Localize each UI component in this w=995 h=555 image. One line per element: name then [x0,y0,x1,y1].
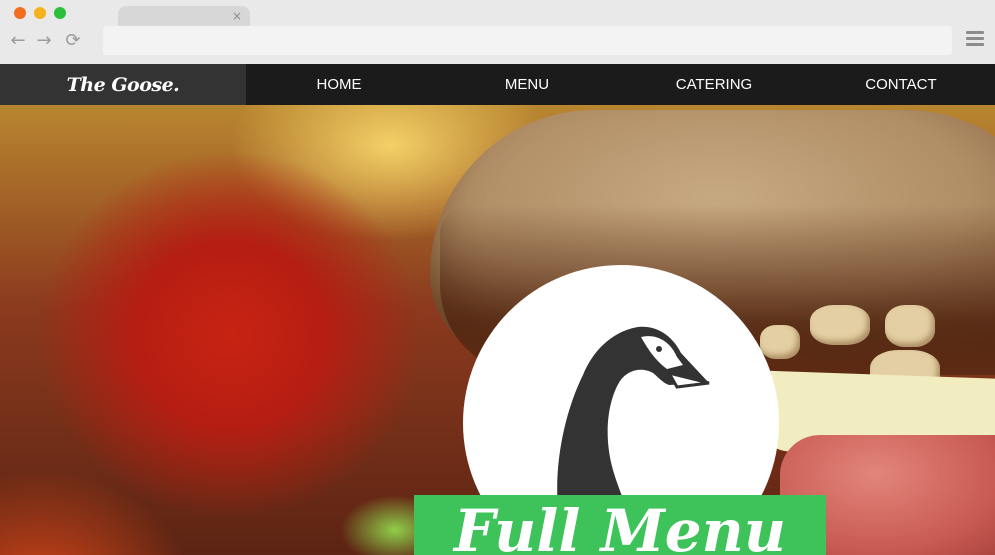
address-bar[interactable] [103,26,952,55]
close-window-button[interactable] [14,7,26,19]
close-icon[interactable]: × [232,8,242,24]
nav-contact[interactable]: CONTACT [831,64,971,105]
forward-icon[interactable]: → [34,30,54,52]
walnut [810,305,870,345]
browser-tab[interactable]: × [118,6,250,26]
back-icon[interactable]: ← [8,30,28,52]
zoom-window-button[interactable] [54,7,66,19]
full-menu-button[interactable]: Full Menu [414,495,826,555]
hero-image: Full Menu [0,105,995,555]
browser-chrome: × ← → ⟳ [0,0,995,64]
walnut [885,305,935,347]
menu-icon[interactable] [966,31,984,49]
site-logo: The Goose. [66,73,180,96]
logo-link[interactable]: The Goose. [0,64,246,105]
site-navbar: The Goose. HOME MENU CATERING CONTACT [0,64,995,105]
minimize-window-button[interactable] [34,7,46,19]
nav-menu[interactable]: MENU [457,64,597,105]
nav-catering[interactable]: CATERING [644,64,784,105]
nav-home[interactable]: HOME [269,64,409,105]
full-menu-label: Full Menu [453,497,787,555]
reload-icon[interactable]: ⟳ [63,30,83,52]
